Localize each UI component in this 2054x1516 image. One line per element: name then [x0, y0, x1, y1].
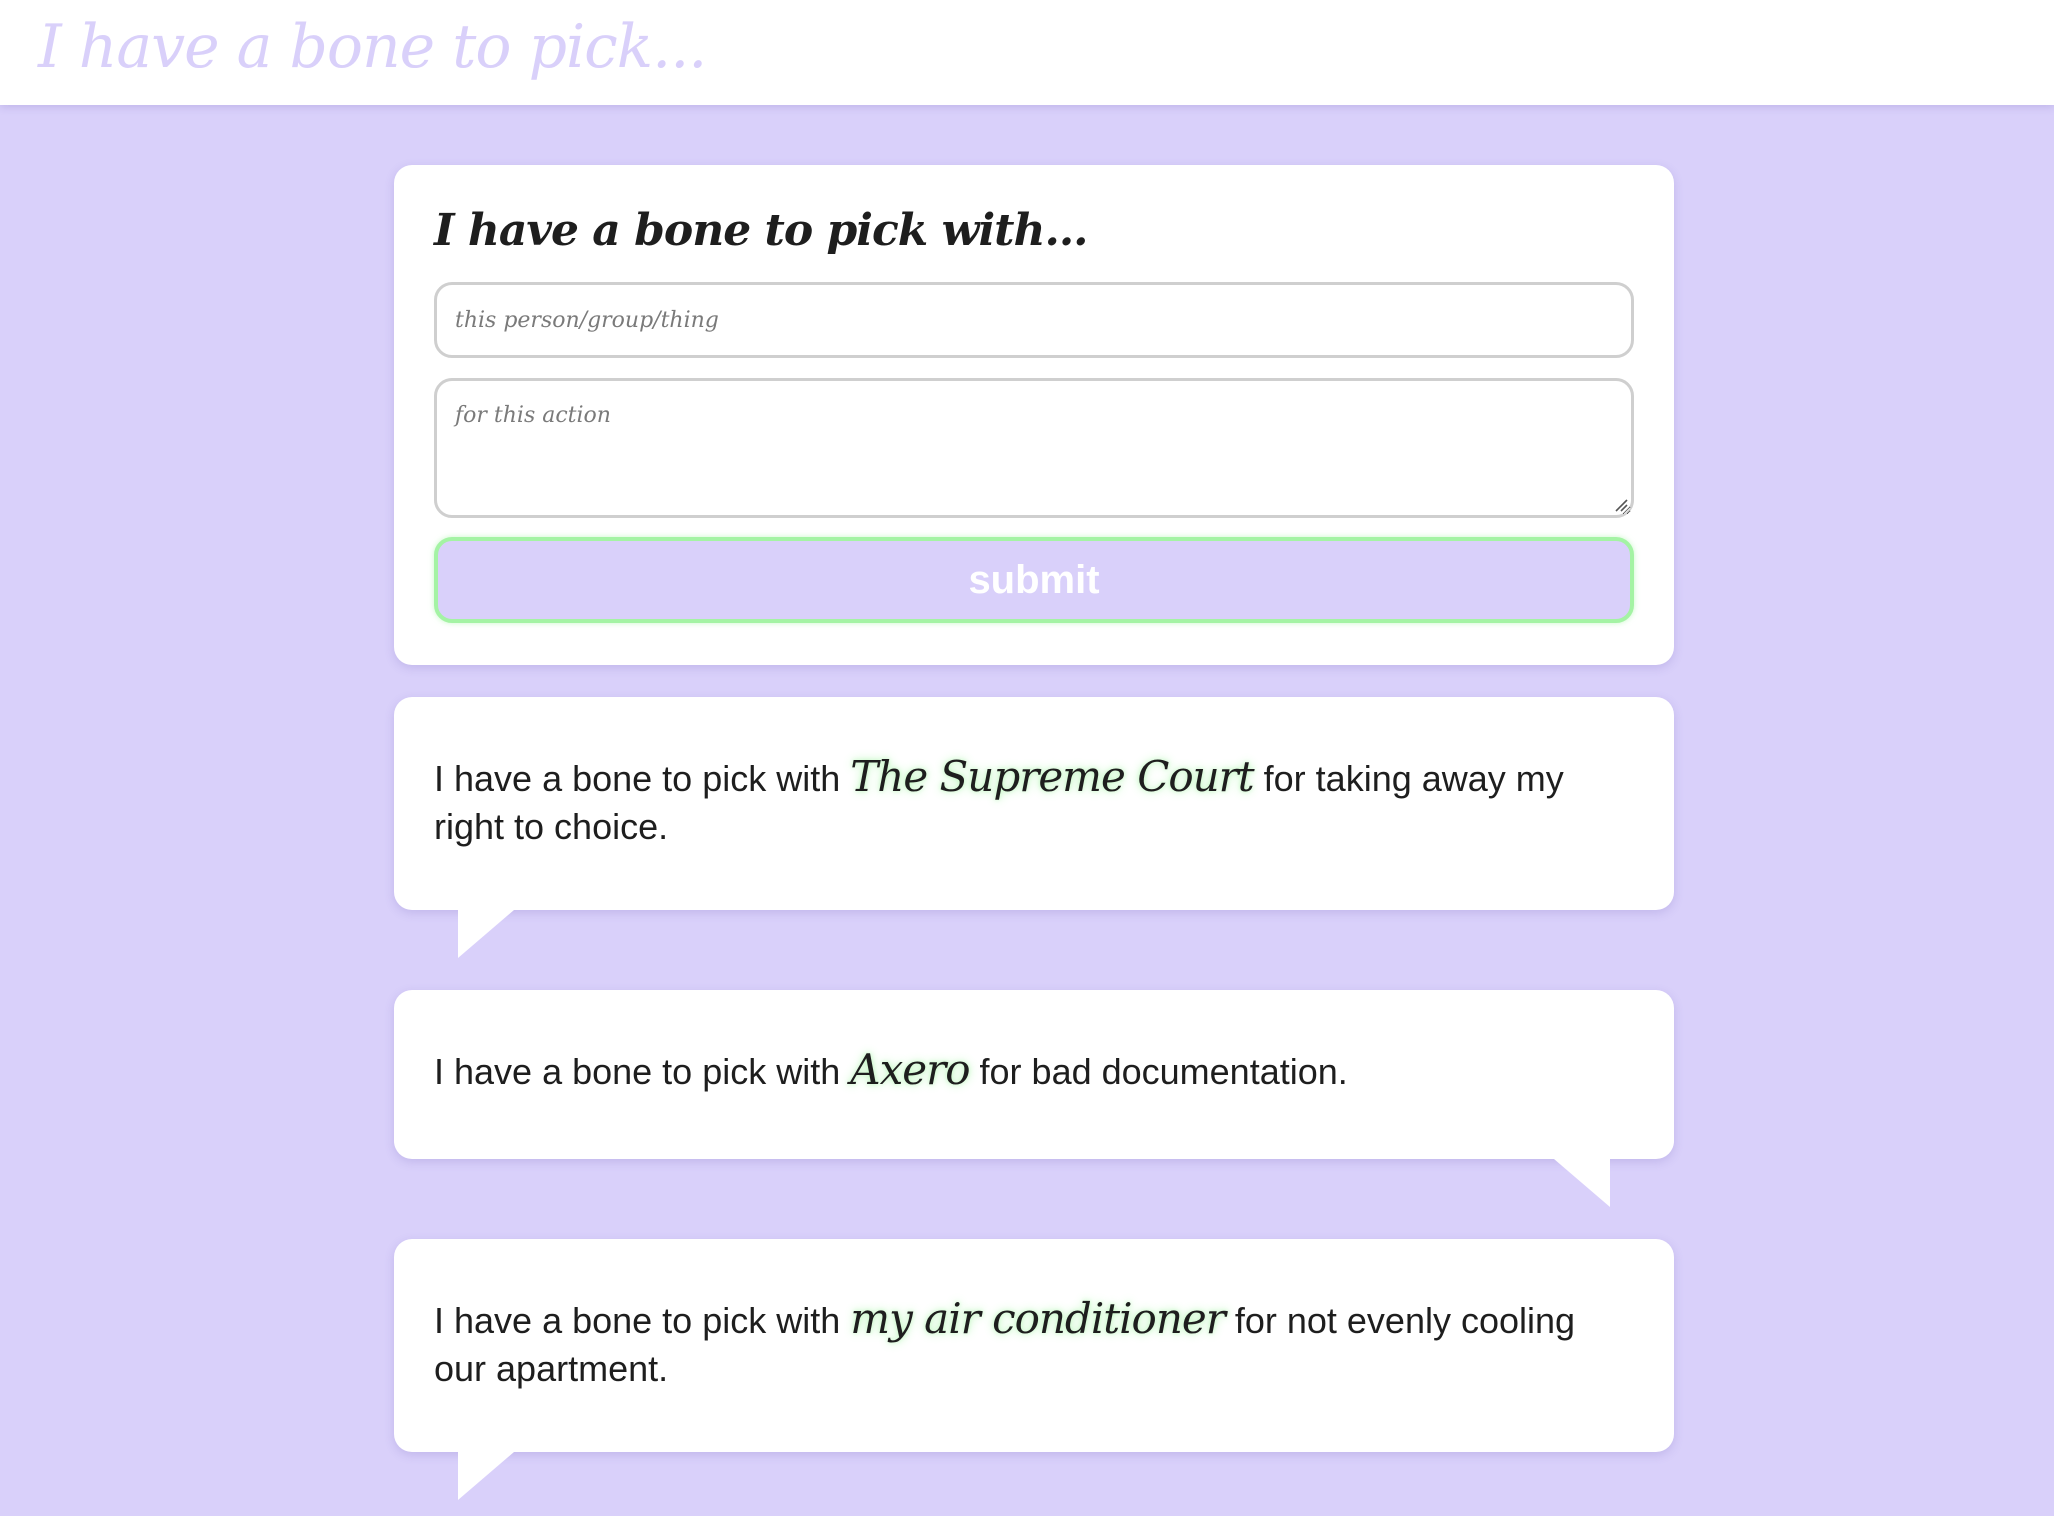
bone-text: I have a bone to pick with my air condit…	[434, 1295, 1634, 1393]
speech-tail-left	[458, 1452, 514, 1500]
top-bar: I have a bone to pick...	[0, 0, 2054, 105]
action-textarea[interactable]	[434, 378, 1634, 518]
person-input[interactable]	[434, 282, 1634, 358]
bone-prefix: I have a bone to pick with	[434, 1300, 841, 1341]
site-title: I have a bone to pick...	[38, 12, 707, 82]
bone-reason: for bad documentation.	[979, 1051, 1348, 1092]
bone-prefix: I have a bone to pick with	[434, 1051, 841, 1092]
bone-text: I have a bone to pick with Axero for bad…	[434, 1046, 1634, 1096]
speech-tail-right	[1554, 1159, 1610, 1207]
submit-button[interactable]: submit	[434, 537, 1634, 623]
speech-tail-left	[458, 910, 514, 958]
bone-card: I have a bone to pick with The Supreme C…	[394, 697, 1674, 958]
bone-prefix: I have a bone to pick with	[434, 758, 841, 799]
bone-card: I have a bone to pick with Axero for bad…	[394, 990, 1674, 1207]
form-heading: I have a bone to pick with...	[434, 205, 1088, 256]
bone-target: Axero	[850, 1045, 970, 1094]
bone-text: I have a bone to pick with The Supreme C…	[434, 753, 1634, 851]
new-bone-form-card: I have a bone to pick with... submit	[394, 165, 1674, 665]
bone-target: my air conditioner	[850, 1294, 1226, 1343]
action-field-wrapper	[434, 378, 1634, 518]
bone-card: I have a bone to pick with my air condit…	[394, 1239, 1674, 1500]
bone-target: The Supreme Court	[850, 752, 1254, 801]
